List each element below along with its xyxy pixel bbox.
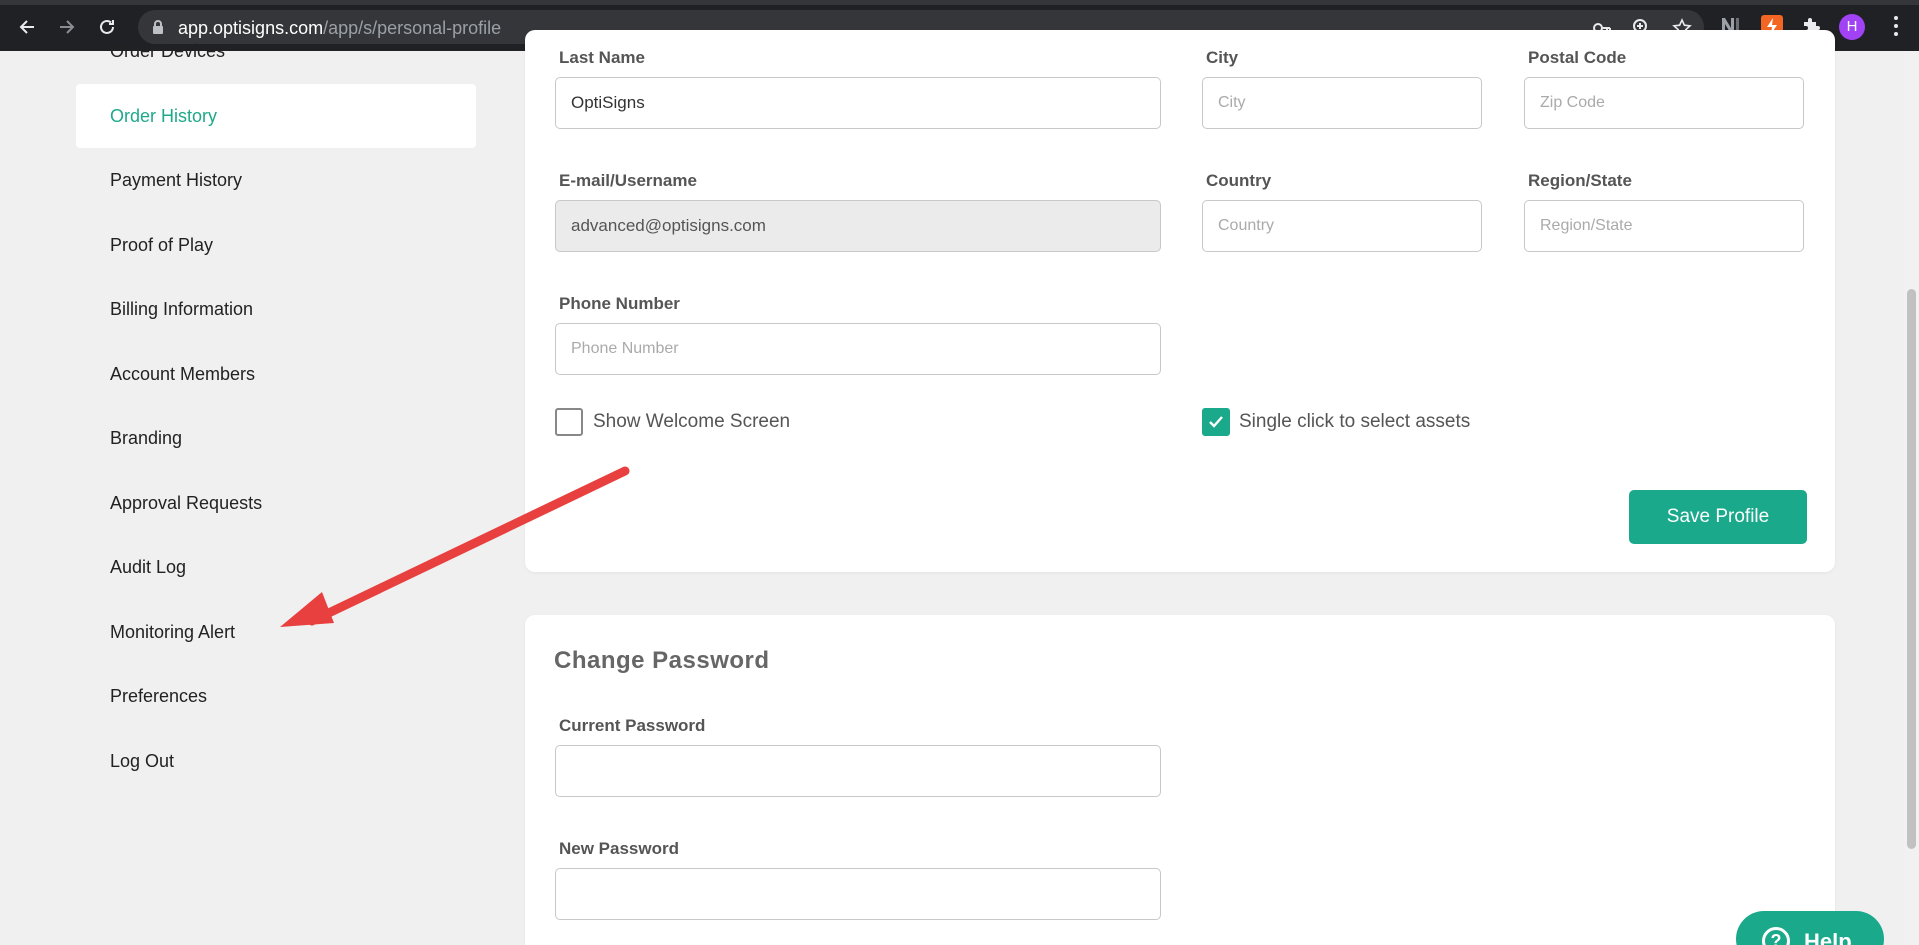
last-name-label: Last Name xyxy=(559,48,645,67)
help-button[interactable]: ? Help xyxy=(1736,911,1884,945)
annotation-arrow-icon xyxy=(280,466,630,627)
sidebar-item-preferences[interactable]: Preferences xyxy=(76,664,476,728)
city-input[interactable]: City xyxy=(1202,77,1482,129)
sidebar-item-order-history[interactable]: Order History xyxy=(76,84,476,148)
sidebar-item-billing-information[interactable]: Billing Information xyxy=(76,277,476,341)
change-password-card: Change Password Current Password New Pas… xyxy=(525,615,1835,945)
page-scrollbar[interactable] xyxy=(1904,51,1919,945)
menu-icon[interactable] xyxy=(1893,16,1899,38)
phone-label: Phone Number xyxy=(559,294,680,313)
email-input: advanced@optisigns.com xyxy=(555,200,1161,252)
last-name-input[interactable]: OptiSigns xyxy=(555,77,1161,129)
single-click-label: Single click to select assets xyxy=(1239,411,1471,432)
new-password-input[interactable] xyxy=(555,868,1161,920)
tab-strip-edge xyxy=(0,0,1919,5)
help-label: Help xyxy=(1804,929,1852,945)
show-welcome-label: Show Welcome Screen xyxy=(593,411,791,432)
country-input[interactable]: Country xyxy=(1202,200,1482,252)
sidebar-item-proof-of-play[interactable]: Proof of Play xyxy=(76,213,476,277)
profile-avatar[interactable]: H xyxy=(1839,14,1865,40)
sidebar-item-order-devices[interactable]: Order Devices xyxy=(76,19,476,83)
current-password-label: Current Password xyxy=(559,716,706,735)
change-password-title: Change Password xyxy=(554,647,770,674)
region-state-label: Region/State xyxy=(1528,171,1632,190)
sidebar-item-payment-history[interactable]: Payment History xyxy=(76,148,476,212)
profile-card: Last Name OptiSigns City City Postal Cod… xyxy=(525,30,1835,572)
show-welcome-checkbox[interactable] xyxy=(555,408,583,436)
city-label: City xyxy=(1206,48,1239,67)
email-label: E-mail/Username xyxy=(559,171,697,190)
phone-input[interactable]: Phone Number xyxy=(555,323,1161,375)
save-profile-button[interactable]: Save Profile xyxy=(1629,490,1807,544)
single-click-checkbox[interactable] xyxy=(1202,408,1230,436)
checkmark-icon xyxy=(1209,416,1223,428)
back-icon[interactable] xyxy=(14,14,40,40)
scrollbar-thumb[interactable] xyxy=(1907,289,1916,849)
region-state-input[interactable]: Region/State xyxy=(1524,200,1804,252)
sidebar-item-log-out[interactable]: Log Out xyxy=(76,729,476,793)
postal-code-input[interactable]: Zip Code xyxy=(1524,77,1804,129)
new-password-label: New Password xyxy=(559,839,679,858)
sidebar-item-account-members[interactable]: Account Members xyxy=(76,342,476,406)
country-label: Country xyxy=(1206,171,1272,190)
current-password-input[interactable] xyxy=(555,745,1161,797)
question-icon: ? xyxy=(1762,927,1790,945)
postal-code-label: Postal Code xyxy=(1528,48,1627,67)
